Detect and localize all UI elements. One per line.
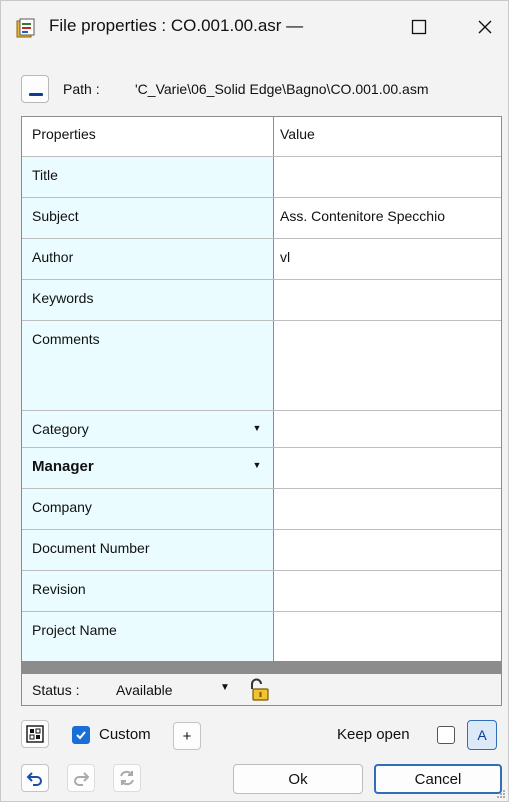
ok-button[interactable]: Ok [233, 764, 363, 794]
property-value-project-name[interactable] [274, 612, 501, 661]
document-grid-icon [26, 725, 44, 743]
table-row: Subject Ass. Contenitore Specchio [22, 198, 501, 239]
property-value-manager[interactable] [274, 448, 501, 488]
table-row: Author vl [22, 239, 501, 280]
grid-header-row: Properties Value [22, 117, 501, 157]
add-custom-property-button[interactable]: + [173, 722, 201, 750]
property-name-revision: Revision [22, 571, 274, 611]
property-name-comments: Comments [22, 321, 274, 410]
property-name-manager: Manager ▼ [22, 448, 274, 488]
property-name-author: Author [22, 239, 274, 279]
property-name-project-name: Project Name [22, 612, 274, 661]
column-header-properties[interactable]: Properties [22, 117, 274, 156]
undo-icon [26, 772, 42, 786]
property-value-document-number[interactable] [274, 530, 501, 570]
keep-open-label: Keep open [337, 726, 410, 743]
table-row: Category ▼ [22, 411, 501, 448]
table-row: Revision [22, 571, 501, 612]
window-title: File properties : CO.001.00.asr — [49, 16, 304, 35]
save-template-button[interactable] [21, 720, 49, 748]
manager-label: Manager [32, 458, 94, 475]
path-browse-button[interactable] [21, 75, 49, 103]
check-icon [76, 731, 86, 740]
redo-icon [74, 772, 90, 786]
underscore-icon [29, 93, 43, 96]
table-row: Keywords [22, 280, 501, 321]
keep-open-checkbox[interactable] [437, 726, 455, 744]
refresh-button[interactable] [113, 764, 141, 792]
table-row: Comments [22, 321, 501, 411]
property-value-category[interactable] [274, 411, 501, 447]
status-select[interactable]: Available [116, 682, 173, 698]
maximize-icon [411, 19, 427, 35]
manager-dropdown-icon[interactable]: ▼ [247, 454, 267, 476]
status-label: Status : [32, 682, 80, 698]
redo-button[interactable] [67, 764, 95, 792]
resize-grip-icon[interactable] [496, 789, 506, 799]
property-value-company[interactable] [274, 489, 501, 529]
table-row: Document Number [22, 530, 501, 571]
property-value-title[interactable] [274, 157, 501, 197]
table-row: Company [22, 489, 501, 530]
property-value-comments[interactable] [274, 321, 501, 410]
cancel-button[interactable]: Cancel [374, 764, 502, 794]
property-value-keywords[interactable] [274, 280, 501, 320]
file-properties-dialog: File properties : CO.001.00.asr — Path :… [0, 0, 509, 802]
property-name-subject: Subject [22, 198, 274, 238]
path-row: Path : 'C_Varie\06_Solid Edge\Bagno\CO.0… [21, 75, 501, 105]
category-label: Category [32, 421, 89, 437]
path-label: Path : [63, 81, 100, 97]
custom-checkbox[interactable] [72, 726, 90, 744]
property-name-keywords: Keywords [22, 280, 274, 320]
category-dropdown-icon[interactable]: ▼ [247, 417, 267, 439]
property-name-category: Category ▼ [22, 411, 274, 447]
maximize-button[interactable] [397, 11, 441, 43]
property-name-title: Title [22, 157, 274, 197]
table-row: Title [22, 157, 501, 198]
table-row: Project Name [22, 612, 501, 661]
status-dropdown-icon[interactable]: ▼ [220, 682, 230, 693]
path-value: 'C_Varie\06_Solid Edge\Bagno\CO.001.00.a… [135, 81, 429, 97]
property-value-revision[interactable] [274, 571, 501, 611]
close-button[interactable] [463, 11, 507, 43]
table-row: Manager ▼ [22, 448, 501, 489]
title-bar: File properties : CO.001.00.asr — [1, 1, 508, 53]
properties-grid: Properties Value Title Subject Ass. Cont… [21, 116, 502, 662]
custom-label: Custom [99, 726, 151, 743]
property-value-subject[interactable]: Ass. Contenitore Specchio [274, 198, 501, 238]
file-properties-app-icon [16, 18, 35, 38]
undo-button[interactable] [21, 764, 49, 792]
property-name-company: Company [22, 489, 274, 529]
font-toggle-button[interactable]: A [467, 720, 497, 750]
close-icon [478, 20, 492, 34]
status-row: Status : Available ▼ [21, 673, 502, 706]
unlock-icon[interactable] [248, 678, 270, 702]
refresh-icon [120, 770, 134, 786]
column-header-value[interactable]: Value [274, 117, 501, 156]
property-name-document-number: Document Number [22, 530, 274, 570]
property-value-author[interactable]: vl [274, 239, 501, 279]
